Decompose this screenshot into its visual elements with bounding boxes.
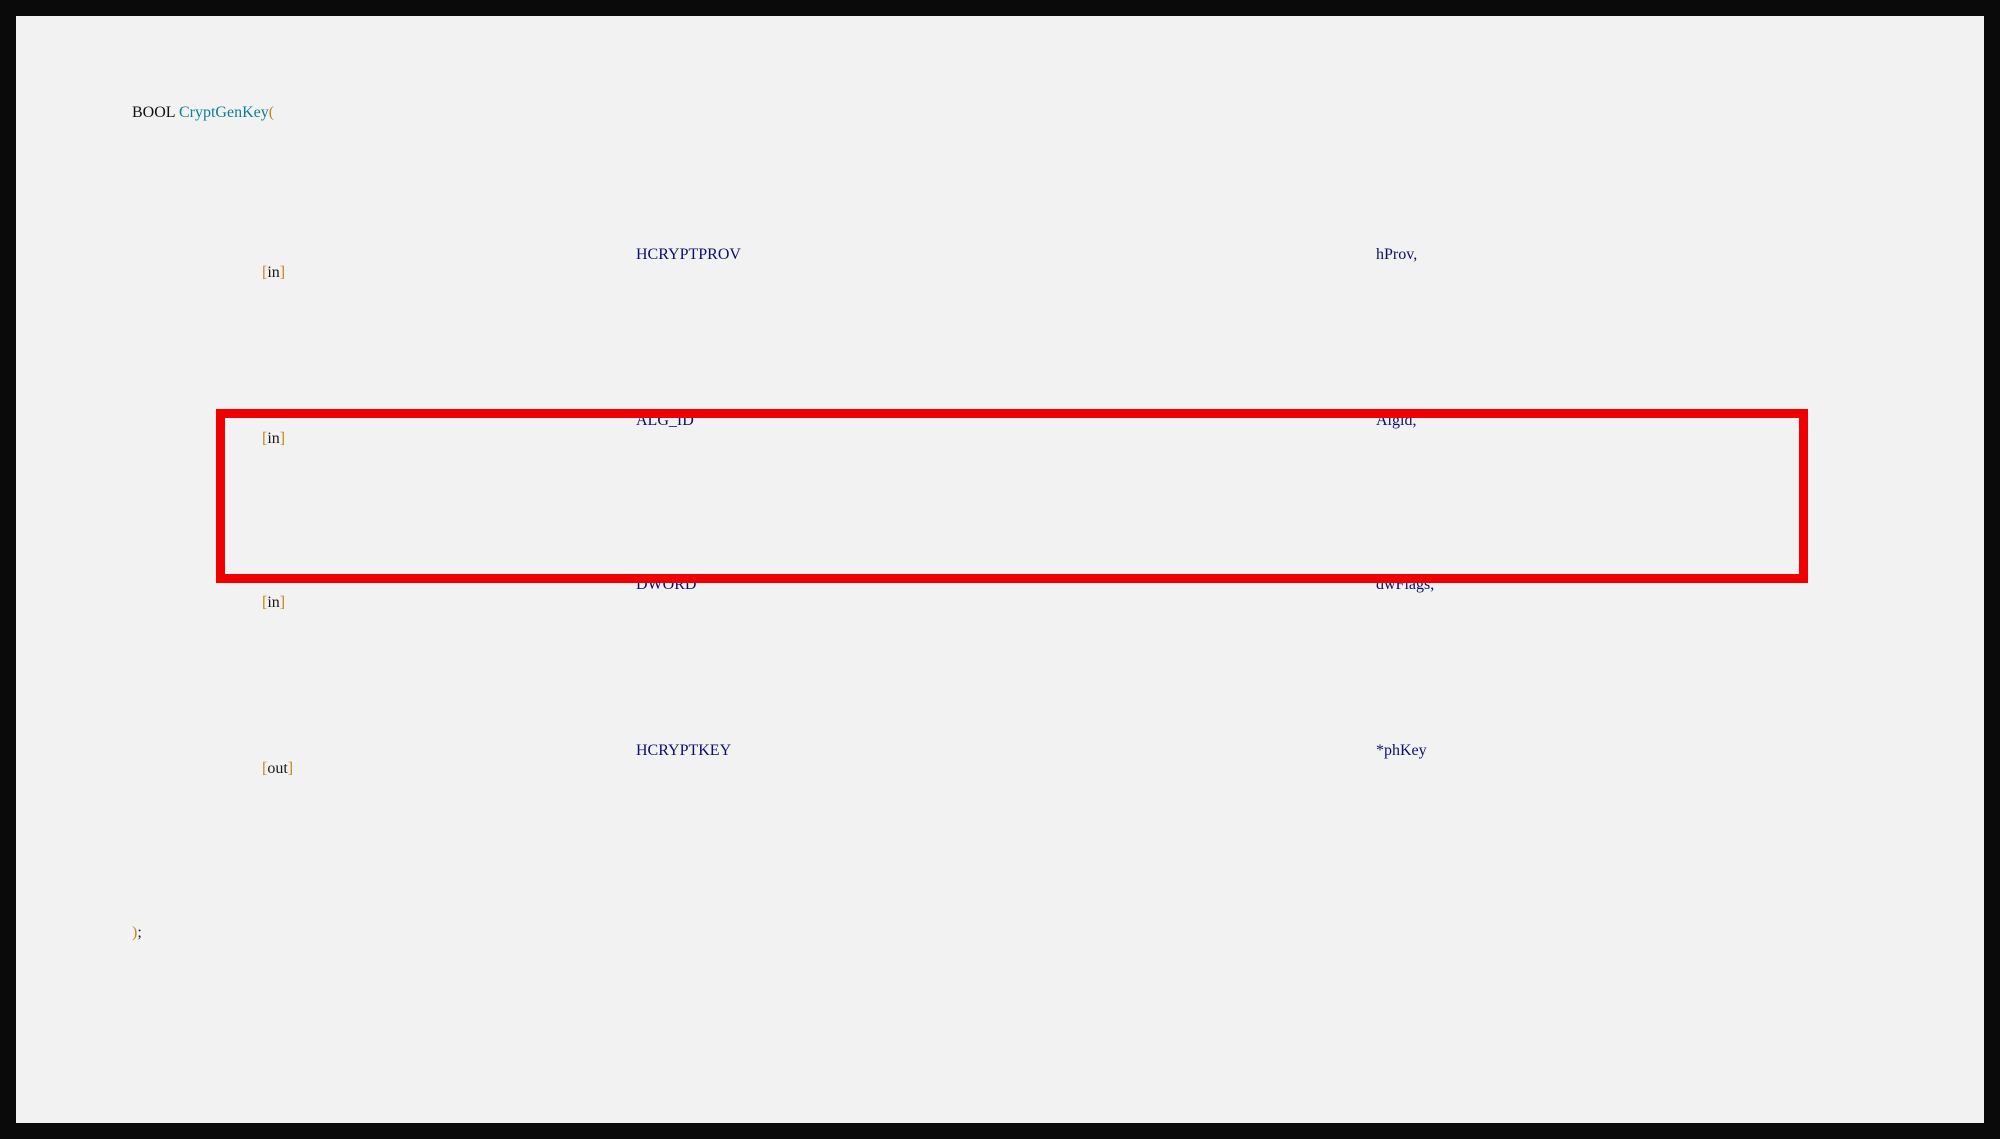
param-line-phkey: [out] bbox=[246, 742, 293, 906]
open-paren: ( bbox=[268, 104, 275, 121]
direction-bracket-close: ] bbox=[279, 264, 286, 281]
param-line-hprov: [in] bbox=[246, 246, 285, 410]
direction-annotation: out bbox=[267, 760, 288, 777]
param-line-dwflags: [in] bbox=[246, 576, 285, 740]
param-type: HCRYPTPROV bbox=[636, 246, 741, 263]
param-name: *phKey bbox=[1376, 742, 1427, 759]
highlight-box bbox=[216, 409, 1808, 583]
function-name: CryptGenKey bbox=[178, 104, 269, 121]
direction-annotation: in bbox=[267, 264, 280, 281]
param-name: dwFlags, bbox=[1376, 576, 1435, 593]
param-name: hProv, bbox=[1376, 246, 1418, 263]
direction-annotation: in bbox=[267, 594, 280, 611]
closing-line: ); bbox=[116, 906, 142, 1070]
param-type: HCRYPTKEY bbox=[636, 742, 732, 759]
semicolon: ; bbox=[137, 924, 142, 941]
function-signature-line: BOOL CryptGenKey( bbox=[116, 86, 274, 250]
direction-bracket-close: ] bbox=[279, 594, 286, 611]
return-type-keyword: BOOL bbox=[132, 104, 175, 121]
code-snippet-frame: BOOL CryptGenKey( [in] HCRYPTPROV hProv,… bbox=[0, 0, 2000, 1139]
direction-bracket-close: ] bbox=[287, 760, 294, 777]
param-type: DWORD bbox=[636, 576, 697, 593]
